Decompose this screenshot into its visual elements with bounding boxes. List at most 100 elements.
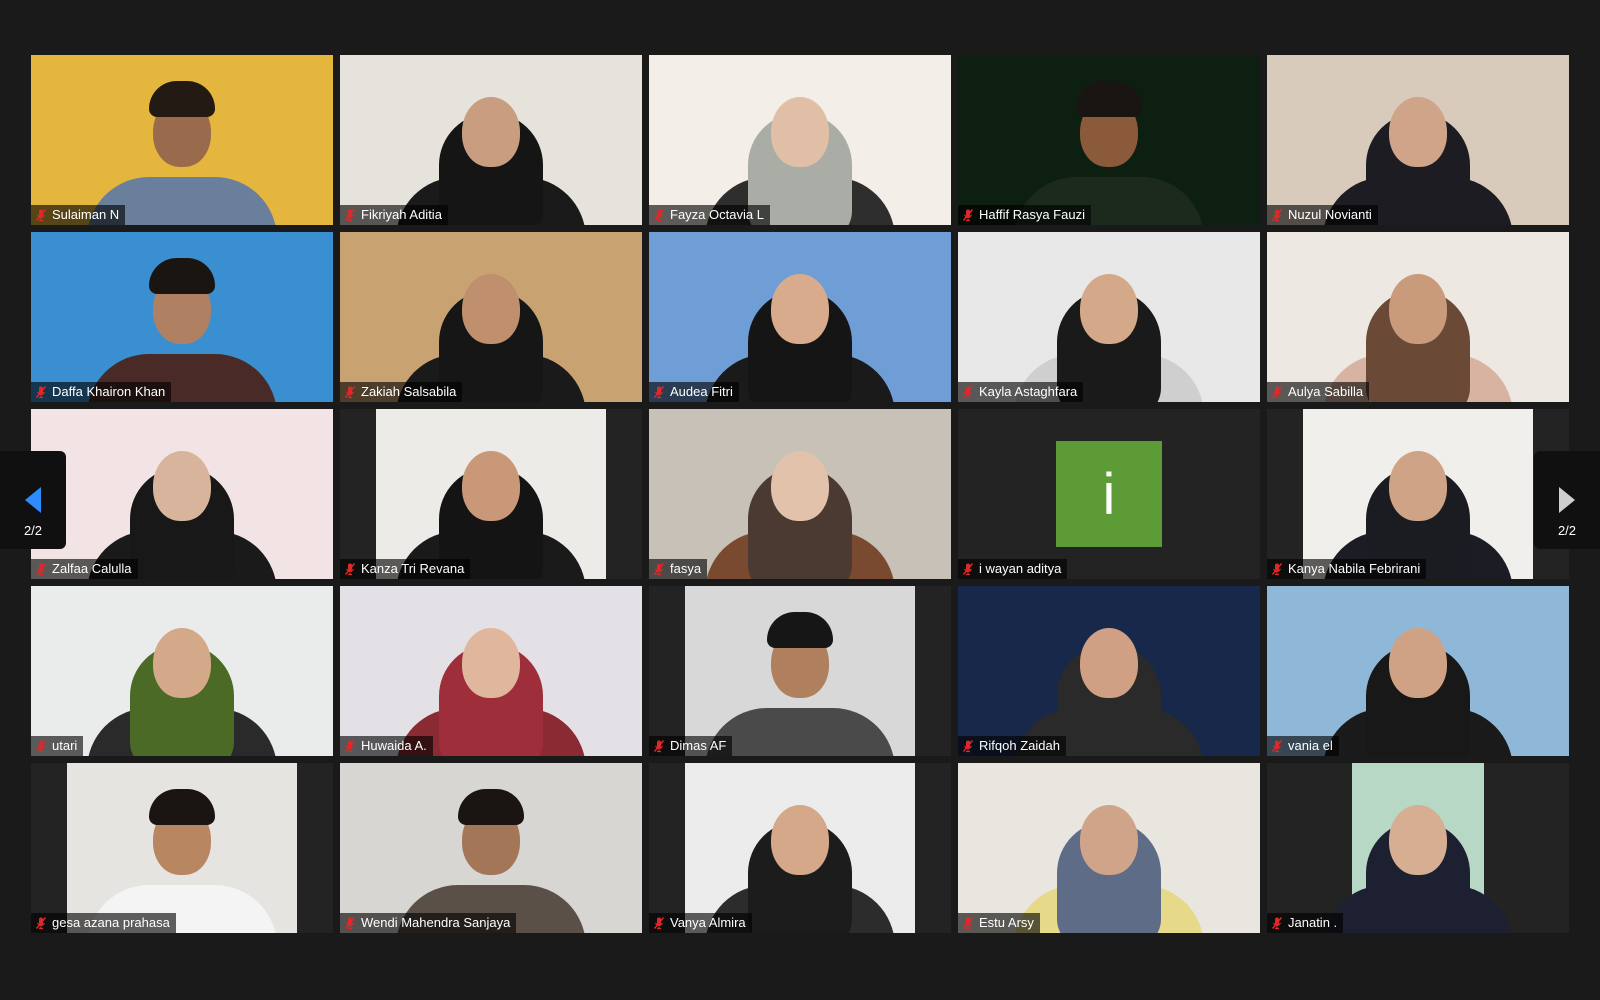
participant-name-tag: Zalfaa Calulla (31, 559, 138, 579)
participant-tile[interactable]: Sulaiman N (31, 55, 333, 225)
page-indicator-right: 2/2 (1557, 523, 1577, 538)
participant-tile[interactable]: Dimas AF (649, 586, 951, 756)
participant-name: vania el (1288, 738, 1333, 753)
participant-name-tag: Audea Fitri (649, 382, 739, 402)
participant-tile[interactable]: i i wayan aditya (958, 409, 1260, 579)
participant-video (685, 763, 915, 933)
participant-tile[interactable]: vania el (1267, 586, 1569, 756)
participant-silhouette (340, 586, 642, 756)
silhouette-hair (149, 258, 215, 294)
participant-video (1303, 409, 1533, 579)
participant-name: utari (52, 738, 78, 753)
participant-tile[interactable]: Wendi Mahendra Sanjaya (340, 763, 642, 933)
participant-name: Aulya Sabilla (1288, 384, 1364, 399)
participant-tile[interactable]: utari (31, 586, 333, 756)
muted-microphone-icon (35, 563, 47, 576)
participant-video (649, 409, 951, 579)
participant-tile[interactable]: Kanya Nabila Febrirani (1267, 409, 1569, 579)
silhouette-head (153, 451, 211, 521)
participant-name: Fikriyah Aditia (361, 207, 442, 222)
participant-tile[interactable]: Haffif Rasya Fauzi (958, 55, 1260, 225)
participant-name: Haffif Rasya Fauzi (979, 207, 1085, 222)
muted-microphone-icon (344, 740, 356, 753)
participant-tile[interactable]: Daffa Khairon Khan (31, 232, 333, 402)
muted-microphone-icon (344, 563, 356, 576)
participant-name: Huwaida A. (361, 738, 427, 753)
participant-video (31, 55, 333, 225)
participant-silhouette (67, 763, 297, 933)
participant-tile[interactable]: Kayla Astaghfara (958, 232, 1260, 402)
participant-tile[interactable]: Nuzul Novianti (1267, 55, 1569, 225)
participant-video (1267, 55, 1569, 225)
participant-tile[interactable]: Zakiah Salsabila (340, 232, 642, 402)
muted-microphone-icon (1271, 209, 1283, 222)
participant-name-tag: Huwaida A. (340, 736, 433, 756)
participant-name: Zalfaa Calulla (52, 561, 132, 576)
silhouette-head (771, 274, 829, 344)
participant-video (1323, 763, 1513, 933)
participant-name: Fayza Octavia L (670, 207, 764, 222)
participant-silhouette (1267, 586, 1569, 756)
avatar-initial: i (1056, 441, 1162, 547)
participant-video (1267, 586, 1569, 756)
participant-video (958, 232, 1260, 402)
participant-silhouette (340, 763, 642, 933)
participant-tile[interactable]: Janatin . (1267, 763, 1569, 933)
participant-tile[interactable]: Huwaida A. (340, 586, 642, 756)
silhouette-head (1389, 451, 1447, 521)
participant-silhouette (31, 55, 333, 225)
participant-video (340, 763, 642, 933)
next-page-button[interactable]: 2/2 (1534, 451, 1600, 549)
participant-name-tag: Fayza Octavia L (649, 205, 770, 225)
participant-name-tag: fasya (649, 559, 708, 579)
muted-microphone-icon (1271, 386, 1283, 399)
participant-video (958, 586, 1260, 756)
participant-silhouette (958, 55, 1260, 225)
silhouette-head (1389, 805, 1447, 875)
participant-tile[interactable]: Rifqoh Zaidah (958, 586, 1260, 756)
participant-video (958, 763, 1260, 933)
muted-microphone-icon (653, 209, 665, 222)
participant-tile[interactable]: Zalfaa Calulla (31, 409, 333, 579)
participant-tile[interactable]: fasya (649, 409, 951, 579)
participant-name-tag: Daffa Khairon Khan (31, 382, 172, 402)
previous-page-button[interactable]: 2/2 (0, 451, 66, 549)
participant-tile[interactable]: Estu Arsy (958, 763, 1260, 933)
participant-silhouette (1303, 409, 1533, 579)
silhouette-head (771, 97, 829, 167)
muted-microphone-icon (962, 386, 974, 399)
participant-silhouette (685, 586, 915, 756)
participant-name: Rifqoh Zaidah (979, 738, 1060, 753)
participant-tile[interactable]: Kanza Tri Revana (340, 409, 642, 579)
silhouette-hair (149, 81, 215, 117)
participant-tile[interactable]: Audea Fitri (649, 232, 951, 402)
participant-name-tag: i wayan aditya (958, 559, 1068, 579)
participant-video (340, 232, 642, 402)
participant-silhouette (340, 55, 642, 225)
participant-tile[interactable]: Aulya Sabilla (1267, 232, 1569, 402)
participant-name-tag: Kanza Tri Revana (340, 559, 471, 579)
participant-video (31, 586, 333, 756)
participant-video (649, 232, 951, 402)
participant-video (31, 232, 333, 402)
participant-silhouette (649, 409, 951, 579)
muted-microphone-icon (962, 740, 974, 753)
silhouette-head (1080, 274, 1138, 344)
muted-microphone-icon (962, 209, 974, 222)
participant-tile[interactable]: Vanya Almira (649, 763, 951, 933)
participant-name: fasya (670, 561, 702, 576)
participant-name-tag: Zakiah Salsabila (340, 382, 463, 402)
participant-tile[interactable]: Fayza Octavia L (649, 55, 951, 225)
participant-name: Estu Arsy (979, 915, 1034, 930)
participant-name: Kanya Nabila Febrirani (1288, 561, 1421, 576)
participant-name: gesa azana prahasa (52, 915, 170, 930)
participant-video (376, 409, 606, 579)
participant-silhouette (31, 409, 333, 579)
participant-silhouette (649, 232, 951, 402)
arrow-left-icon (25, 487, 41, 513)
participant-name: Nuzul Novianti (1288, 207, 1372, 222)
participant-tile[interactable]: Fikriyah Aditia (340, 55, 642, 225)
silhouette-head (1080, 805, 1138, 875)
silhouette-head (1389, 628, 1447, 698)
participant-tile[interactable]: gesa azana prahasa (31, 763, 333, 933)
